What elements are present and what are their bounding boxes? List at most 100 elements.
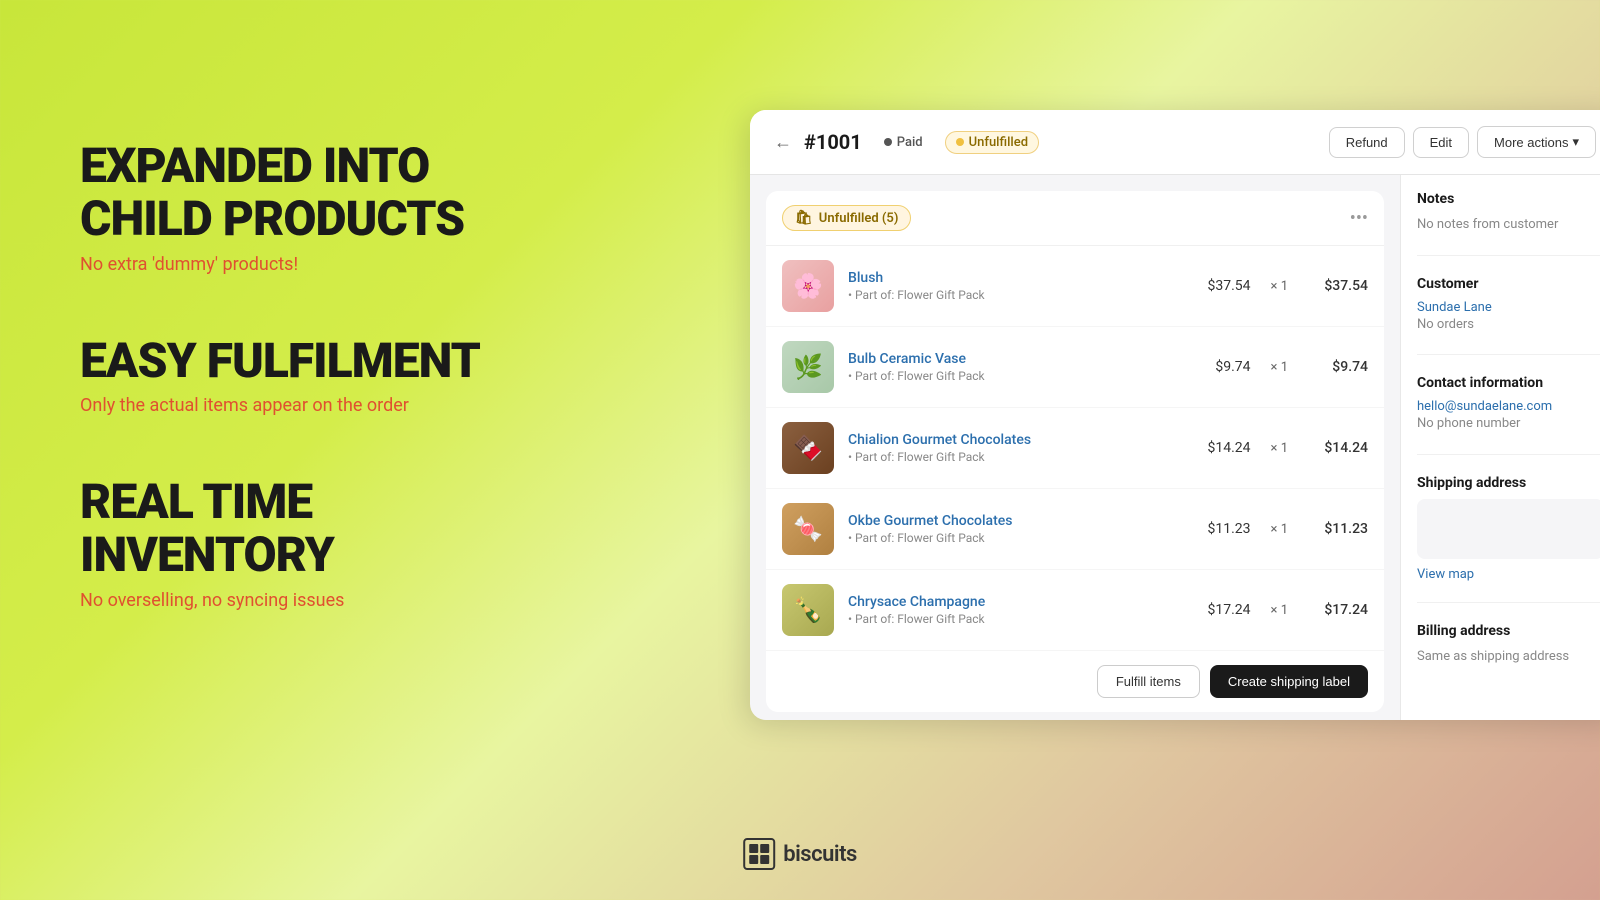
paid-dot bbox=[884, 138, 892, 146]
order-item-1: 🌿 Bulb Ceramic Vase • Part of: Flower Gi… bbox=[766, 327, 1384, 408]
item-name-blush[interactable]: Blush bbox=[848, 270, 1177, 286]
item-qty-blush: × 1 bbox=[1271, 279, 1288, 294]
billing-text: Same as shipping address bbox=[1417, 647, 1600, 667]
unfulfilled-header: 🛍 Unfulfilled (5) ••• bbox=[766, 191, 1384, 246]
item-qty-choc: × 1 bbox=[1271, 441, 1288, 456]
bag-icon: 🛍 bbox=[795, 210, 813, 226]
item-name-vase[interactable]: Bulb Ceramic Vase bbox=[848, 351, 1177, 367]
more-actions-button[interactable]: More actions ▾ bbox=[1477, 126, 1596, 158]
bullet: • bbox=[848, 531, 855, 545]
order-header: ← #1001 Paid Unfulfilled Refund Edit Mor… bbox=[750, 110, 1600, 175]
chevron-down-icon: ▾ bbox=[1572, 134, 1579, 150]
logo-icon bbox=[743, 838, 775, 870]
item-pricing-champ: $17.24 × 1 $17.24 bbox=[1191, 602, 1368, 618]
feature-1-subtitle: No extra 'dummy' products! bbox=[80, 254, 560, 275]
fulfill-items-button[interactable]: Fulfill items bbox=[1097, 665, 1200, 698]
item-qty-okbe: × 1 bbox=[1271, 522, 1288, 537]
order-item-3: 🍬 Okbe Gourmet Chocolates • Part of: Flo… bbox=[766, 489, 1384, 570]
logo: biscuits bbox=[743, 838, 857, 870]
feature-2: EASY FULFILMENT Only the actual items ap… bbox=[80, 335, 560, 417]
order-header-left: ← #1001 Paid Unfulfilled bbox=[774, 130, 1039, 154]
header-buttons: Refund Edit More actions ▾ bbox=[1329, 126, 1596, 158]
feature-3: REAL TIME INVENTORY No overselling, no s… bbox=[80, 476, 560, 611]
item-qty-vase: × 1 bbox=[1271, 360, 1288, 375]
item-price-champ: $17.24 bbox=[1191, 602, 1251, 618]
item-pricing-okbe: $11.23 × 1 $11.23 bbox=[1191, 521, 1368, 537]
order-sidebar: Notes No notes from customer Customer Su… bbox=[1400, 175, 1600, 720]
order-item-4: 🍾 Chrysace Champagne • Part of: Flower G… bbox=[766, 570, 1384, 651]
contact-email-link[interactable]: hello@sundaelane.com bbox=[1417, 399, 1552, 414]
back-button[interactable]: ← bbox=[774, 132, 792, 153]
bullet: • bbox=[848, 369, 855, 383]
item-parent-choc: • Part of: Flower Gift Pack bbox=[848, 450, 1177, 464]
item-details-blush: Blush • Part of: Flower Gift Pack bbox=[848, 270, 1177, 302]
create-shipping-label-button[interactable]: Create shipping label bbox=[1210, 665, 1368, 698]
item-parent-vase: • Part of: Flower Gift Pack bbox=[848, 369, 1177, 383]
item-parent-champ: • Part of: Flower Gift Pack bbox=[848, 612, 1177, 626]
item-parent-okbe: • Part of: Flower Gift Pack bbox=[848, 531, 1177, 545]
more-actions-label: More actions bbox=[1494, 135, 1568, 150]
item-total-blush: $37.54 bbox=[1308, 278, 1368, 294]
unfulfilled-card: 🛍 Unfulfilled (5) ••• 🌸 Blush • Part of:… bbox=[766, 191, 1384, 712]
customer-name-link[interactable]: Sundae Lane bbox=[1417, 300, 1492, 315]
customer-title: Customer bbox=[1417, 276, 1600, 292]
sidebar-customer: Customer Sundae Lane No orders bbox=[1417, 276, 1600, 356]
item-pricing-blush: $37.54 × 1 $37.54 bbox=[1191, 278, 1368, 294]
paid-badge: Paid bbox=[874, 132, 933, 153]
shipping-title: Shipping address bbox=[1417, 475, 1600, 491]
item-total-choc: $14.24 bbox=[1308, 440, 1368, 456]
unfulfilled-dot bbox=[956, 138, 964, 146]
order-number: #1001 bbox=[804, 130, 862, 154]
order-item-0: 🌸 Blush • Part of: Flower Gift Pack $37.… bbox=[766, 246, 1384, 327]
item-details-choc: Chialion Gourmet Chocolates • Part of: F… bbox=[848, 432, 1177, 464]
content-area: 🛍 Unfulfilled (5) ••• 🌸 Blush • Part of:… bbox=[750, 175, 1600, 720]
item-details-okbe: Okbe Gourmet Chocolates • Part of: Flowe… bbox=[848, 513, 1177, 545]
bullet: • bbox=[848, 288, 855, 302]
item-pricing-vase: $9.74 × 1 $9.74 bbox=[1191, 359, 1368, 375]
item-total-vase: $9.74 bbox=[1308, 359, 1368, 375]
item-details-vase: Bulb Ceramic Vase • Part of: Flower Gift… bbox=[848, 351, 1177, 383]
edit-button[interactable]: Edit bbox=[1413, 127, 1469, 158]
feature-1: EXPANDED INTO CHILD PRODUCTS No extra 'd… bbox=[80, 140, 560, 275]
unfulfilled-count: Unfulfilled (5) bbox=[819, 211, 899, 226]
unfulfilled-section-badge: 🛍 Unfulfilled (5) bbox=[782, 205, 911, 231]
refund-button[interactable]: Refund bbox=[1329, 127, 1405, 158]
feature-1-title: EXPANDED INTO CHILD PRODUCTS bbox=[80, 140, 560, 246]
item-name-choc[interactable]: Chialion Gourmet Chocolates bbox=[848, 432, 1177, 448]
feature-2-subtitle: Only the actual items appear on the orde… bbox=[80, 395, 560, 416]
bullet: • bbox=[848, 450, 855, 464]
order-item-2: 🍫 Chialion Gourmet Chocolates • Part of:… bbox=[766, 408, 1384, 489]
more-dots-button[interactable]: ••• bbox=[1350, 208, 1368, 229]
contact-phone: No phone number bbox=[1417, 414, 1600, 434]
order-panel: ← #1001 Paid Unfulfilled Refund Edit Mor… bbox=[750, 110, 1600, 720]
sidebar-shipping: Shipping address View map bbox=[1417, 475, 1600, 603]
item-name-champ[interactable]: Chrysace Champagne bbox=[848, 594, 1177, 610]
notes-text: No notes from customer bbox=[1417, 215, 1600, 235]
item-price-okbe: $11.23 bbox=[1191, 521, 1251, 537]
item-image-champ: 🍾 bbox=[782, 584, 834, 636]
item-price-choc: $14.24 bbox=[1191, 440, 1251, 456]
paid-label: Paid bbox=[897, 135, 923, 150]
unfulfilled-label: Unfulfilled bbox=[969, 135, 1028, 150]
item-pricing-choc: $14.24 × 1 $14.24 bbox=[1191, 440, 1368, 456]
sidebar-notes: Notes No notes from customer bbox=[1417, 191, 1600, 256]
feature-3-title: REAL TIME INVENTORY bbox=[80, 476, 560, 582]
item-total-champ: $17.24 bbox=[1308, 602, 1368, 618]
logo-text: biscuits bbox=[783, 842, 857, 867]
contact-title: Contact information bbox=[1417, 375, 1600, 391]
item-name-okbe[interactable]: Okbe Gourmet Chocolates bbox=[848, 513, 1177, 529]
sidebar-billing: Billing address Same as shipping address bbox=[1417, 623, 1600, 687]
notes-title: Notes bbox=[1417, 191, 1600, 207]
billing-title: Billing address bbox=[1417, 623, 1600, 639]
feature-2-title: EASY FULFILMENT bbox=[80, 335, 560, 388]
item-qty-champ: × 1 bbox=[1271, 603, 1288, 618]
item-price-vase: $9.74 bbox=[1191, 359, 1251, 375]
feature-content: EXPANDED INTO CHILD PRODUCTS No extra 'd… bbox=[80, 140, 560, 671]
bullet: • bbox=[848, 612, 855, 626]
item-image-vase: 🌿 bbox=[782, 341, 834, 393]
shipping-address-box bbox=[1417, 499, 1600, 559]
item-price-blush: $37.54 bbox=[1191, 278, 1251, 294]
item-image-choc: 🍫 bbox=[782, 422, 834, 474]
item-image-blush: 🌸 bbox=[782, 260, 834, 312]
view-map-link[interactable]: View map bbox=[1417, 567, 1474, 582]
